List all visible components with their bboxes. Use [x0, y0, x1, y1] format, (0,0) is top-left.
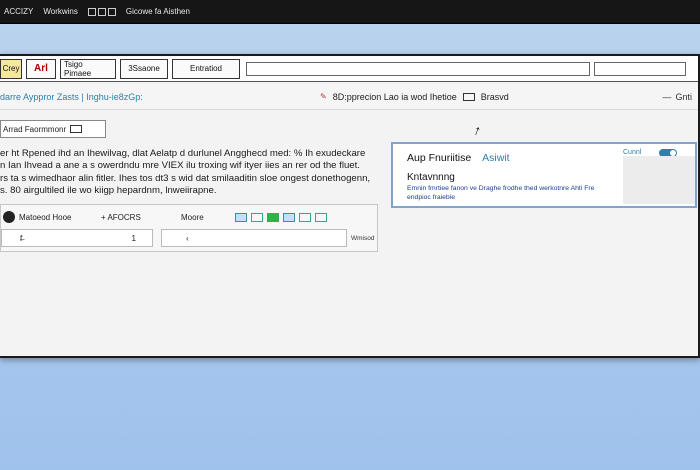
form-box: Matoeod Hooe + AFOCRS Moore f̶ 1 ‹ Wmiso… — [0, 204, 378, 252]
paragraph-line: s. 80 airgultiled ile wo kiigp hepardnm,… — [0, 185, 217, 197]
address-row: darre Ayppror Zasts | Inghu-ie8zGp: ✎ 8D… — [0, 84, 698, 110]
feature-card[interactable]: Aup Fnuriitise Asiwit Cunnl Kntavnnng Em… — [391, 142, 697, 208]
field-b[interactable]: ‹ — [161, 229, 347, 247]
field-a-value: 1 — [131, 233, 136, 243]
settings-icon[interactable] — [299, 212, 311, 222]
card-title-text: Aup Fnuriitise — [407, 152, 472, 164]
form-label-3: Moore — [181, 212, 204, 222]
form-icons — [235, 212, 327, 222]
breadcrumb[interactable]: darre Ayppror Zasts | Inghu-ie8zGp: — [0, 92, 200, 102]
avatar-icon — [3, 211, 15, 223]
section-chip[interactable]: Arrad Faormmonr — [0, 120, 106, 138]
copy-icon[interactable] — [251, 212, 263, 222]
form-label-2[interactable]: + AFOCRS — [101, 213, 177, 222]
toolbar-button-1[interactable]: Crey — [0, 58, 22, 79]
section-chip-label: Arrad Faormmonr — [3, 124, 67, 134]
close-icon[interactable] — [315, 212, 327, 222]
paragraph-line: n Ian Ihvead a ane a s owerdndu mre VIEX… — [0, 160, 360, 172]
window-icon[interactable] — [87, 7, 96, 16]
card-title-accent[interactable]: Asiwit — [482, 152, 509, 164]
paragraph-line: er ht Rpened ihd an Ihewilvag, dlat Aela… — [0, 148, 366, 159]
form-header-row: Matoeod Hooe + AFOCRS Moore — [1, 209, 377, 225]
card-description: Emnin fmrtiee fanon ve Draghe frodhe the… — [407, 185, 595, 201]
card-icon — [70, 125, 83, 133]
toolbar: Crey Arl Tsigo Pimaee 3Ssaone Entratiod — [0, 56, 698, 82]
os-menu-text[interactable]: Workwins — [43, 7, 78, 16]
toolbar-button-3[interactable]: Tsigo Pimaee — [60, 58, 116, 79]
card-subtitle: Kntavnnng — [407, 172, 455, 183]
address-right-text[interactable]: Gnti — [675, 92, 692, 102]
grid-icon[interactable] — [97, 7, 106, 16]
address-right: — Gnti — [662, 92, 692, 102]
field-b-value: ‹ — [186, 233, 189, 243]
field-a[interactable]: f̶ 1 — [1, 229, 153, 247]
address-center-tag[interactable]: Brasvd — [481, 92, 509, 102]
check-icon[interactable] — [267, 212, 279, 222]
image-icon[interactable] — [235, 212, 247, 222]
toolbar-input-side[interactable] — [594, 61, 686, 76]
toolbar-button-4[interactable]: 3Ssaone — [120, 58, 168, 79]
card-title: Aup Fnuriitise Asiwit — [407, 152, 510, 164]
paragraph-line: rs ta s wimedhaor alin fitler. Ihes tos … — [0, 172, 371, 184]
toolbar-button-5[interactable]: Entratiod — [172, 58, 240, 79]
card-thumbnail — [623, 156, 695, 204]
os-app-label[interactable]: ACCIZY — [4, 7, 33, 16]
field-a-prefix: f̶ — [20, 233, 23, 243]
square-icon[interactable] — [107, 7, 116, 16]
address-center: ✎ 8D:pprecion Lao ia wod Ihetioe Brasvd — [320, 92, 509, 102]
os-status-text: Gicowe fa Aisthen — [125, 7, 190, 16]
body-paragraph: er ht Rpened ihd an Ihewilvag, dlat Aela… — [0, 148, 390, 198]
cursor-icon: ↑ — [471, 121, 484, 139]
os-menu-bar: ACCIZY Workwins Gicowe fa Aisthen — [0, 0, 700, 24]
marker-icon: ✎ — [320, 92, 327, 101]
os-icons — [87, 7, 116, 16]
dash-icon: — — [662, 91, 672, 102]
address-center-text[interactable]: 8D:pprecion Lao ia wod Ihetioe — [333, 92, 457, 102]
toolbar-input-main[interactable] — [246, 61, 590, 76]
toolbar-button-2[interactable]: Arl — [26, 58, 56, 79]
form-label-1: Matoeod Hooe — [19, 212, 72, 222]
field-b-suffix: Wmisod — [351, 235, 375, 242]
tag-icon — [462, 92, 475, 101]
link-icon[interactable] — [283, 212, 295, 222]
app-window: Crey Arl Tsigo Pimaee 3Ssaone Entratiod … — [0, 54, 700, 358]
toggle-label: Cunnl — [623, 149, 642, 156]
